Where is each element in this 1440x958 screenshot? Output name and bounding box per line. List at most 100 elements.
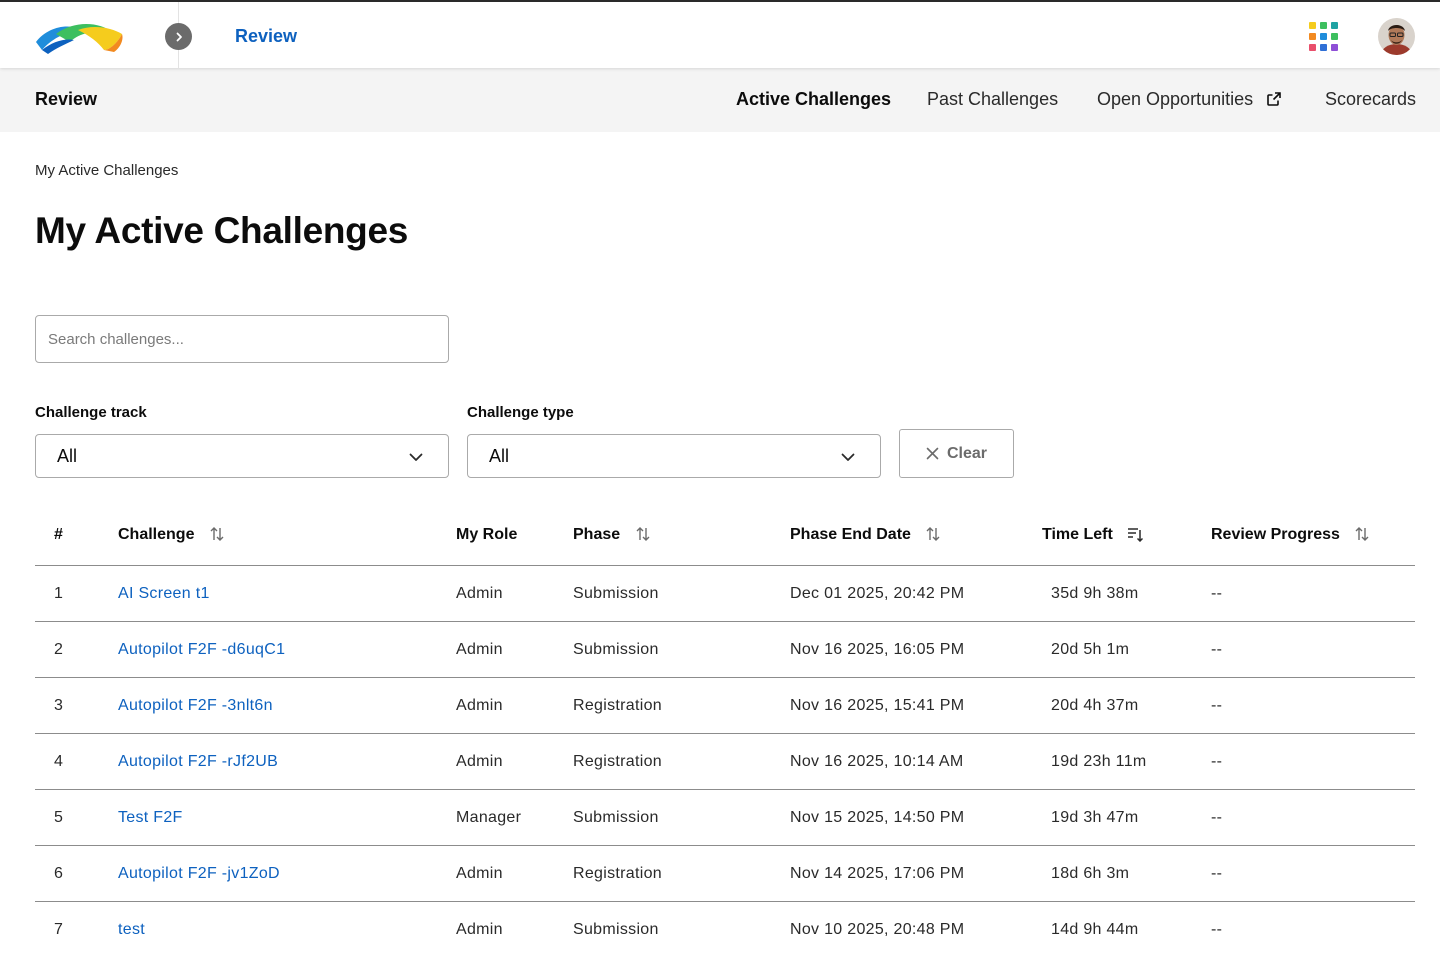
topcoder-logo[interactable] bbox=[34, 20, 124, 54]
phase-end-date-cell: Nov 14 2025, 17:06 PM bbox=[790, 865, 965, 882]
nav-label: Open Opportunities bbox=[1097, 89, 1254, 109]
clear-label: Clear bbox=[946, 444, 988, 462]
challenge-type-select[interactable]: All bbox=[467, 434, 881, 478]
time-left-cell: 20d 5h 1m bbox=[1051, 641, 1130, 658]
phase-cell: Registration bbox=[573, 865, 662, 882]
role-cell: Manager bbox=[456, 809, 522, 826]
column-header-phase[interactable]: Phase bbox=[573, 526, 651, 544]
column-header-number: # bbox=[54, 526, 63, 543]
sort-icon[interactable] bbox=[925, 526, 941, 542]
challenge-track-value: All bbox=[57, 446, 78, 466]
challenge-link[interactable]: Autopilot F2F -3nlt6n bbox=[118, 697, 273, 715]
phase-end-date-cell: Nov 16 2025, 10:14 AM bbox=[790, 753, 964, 770]
sort-descending-icon[interactable] bbox=[1127, 526, 1144, 542]
row-number: 6 bbox=[54, 865, 64, 882]
challenge-link[interactable]: Autopilot F2F -jv1ZoD bbox=[118, 865, 280, 883]
review-progress-cell: -- bbox=[1211, 585, 1223, 602]
sort-icon[interactable] bbox=[209, 526, 225, 542]
phase-cell: Submission bbox=[573, 921, 659, 938]
column-header-time-left[interactable]: Time Left bbox=[1042, 526, 1144, 544]
collapse-button[interactable] bbox=[165, 23, 192, 50]
role-cell: Admin bbox=[456, 697, 503, 714]
phase-end-date-cell: Nov 15 2025, 14:50 PM bbox=[790, 809, 965, 826]
phase-cell: Submission bbox=[573, 585, 659, 602]
table-row: 5 Test F2F Manager Submission Nov 15 202… bbox=[35, 790, 1415, 846]
search-input[interactable] bbox=[35, 315, 449, 363]
column-header-review-progress[interactable]: Review Progress bbox=[1211, 526, 1370, 544]
phase-end-date-cell: Dec 01 2025, 20:42 PM bbox=[790, 585, 965, 602]
row-number: 7 bbox=[54, 921, 64, 938]
role-cell: Admin bbox=[456, 641, 503, 658]
chevron-right-icon bbox=[176, 32, 182, 41]
challenge-link[interactable]: Test F2F bbox=[118, 809, 183, 827]
phase-cell: Registration bbox=[573, 697, 662, 714]
time-left-cell: 19d 3h 47m bbox=[1051, 809, 1139, 826]
time-left-cell: 35d 9h 38m bbox=[1051, 585, 1139, 602]
phase-cell: Registration bbox=[573, 753, 662, 770]
role-cell: Admin bbox=[456, 585, 503, 602]
phase-end-date-cell: Nov 16 2025, 15:41 PM bbox=[790, 697, 965, 714]
table-row: 2 Autopilot F2F -d6uqC1 Admin Submission… bbox=[35, 622, 1415, 678]
close-icon bbox=[926, 447, 939, 460]
review-progress-cell: -- bbox=[1211, 865, 1223, 882]
time-left-cell: 20d 4h 37m bbox=[1051, 697, 1139, 714]
page-title: My Active Challenges bbox=[35, 210, 409, 251]
phase-cell: Submission bbox=[573, 809, 659, 826]
row-number: 5 bbox=[54, 809, 64, 826]
time-left-cell: 18d 6h 3m bbox=[1051, 865, 1130, 882]
review-progress-cell: -- bbox=[1211, 921, 1223, 938]
challenge-type-value: All bbox=[489, 446, 510, 466]
time-left-cell: 19d 23h 11m bbox=[1051, 753, 1147, 770]
table-header: # Challenge My Role Phase Phase End Date bbox=[35, 506, 1415, 566]
nav-label: Active Challenges bbox=[736, 89, 892, 109]
review-progress-cell: -- bbox=[1211, 697, 1223, 714]
row-number: 2 bbox=[54, 641, 64, 658]
clear-filters-button[interactable]: Clear bbox=[899, 429, 1014, 478]
chevron-down-icon bbox=[409, 453, 423, 461]
external-link-icon bbox=[1267, 92, 1281, 106]
challenge-link[interactable]: AI Screen t1 bbox=[118, 585, 210, 603]
challenge-track-select[interactable]: All bbox=[35, 434, 449, 478]
column-header-challenge[interactable]: Challenge bbox=[118, 526, 225, 544]
phase-end-date-cell: Nov 16 2025, 16:05 PM bbox=[790, 641, 965, 658]
breadcrumb[interactable]: My Active Challenges bbox=[35, 162, 178, 179]
nav-past-challenges[interactable]: Past Challenges bbox=[927, 89, 1058, 110]
phase-cell: Submission bbox=[573, 641, 659, 658]
apps-grid-icon[interactable] bbox=[1309, 22, 1339, 52]
sort-icon[interactable] bbox=[635, 526, 651, 542]
nav-open-opportunities[interactable]: Open Opportunities bbox=[1097, 89, 1282, 110]
subnav-title: Review bbox=[35, 89, 98, 109]
nav-label: Past Challenges bbox=[927, 89, 1059, 109]
role-cell: Admin bbox=[456, 865, 503, 882]
role-cell: Admin bbox=[456, 753, 503, 770]
challenge-type-label: Challenge type bbox=[467, 404, 574, 421]
column-header-phase-end-date[interactable]: Phase End Date bbox=[790, 526, 941, 544]
time-left-cell: 14d 9h 44m bbox=[1051, 921, 1139, 938]
app-name[interactable]: Review bbox=[235, 26, 297, 47]
challenge-track-label: Challenge track bbox=[35, 404, 147, 421]
chevron-down-icon bbox=[841, 453, 855, 461]
challenge-link[interactable]: Autopilot F2F -rJf2UB bbox=[118, 753, 278, 771]
sort-icon[interactable] bbox=[1354, 526, 1370, 542]
row-number: 3 bbox=[54, 697, 64, 714]
review-progress-cell: -- bbox=[1211, 809, 1223, 826]
review-progress-cell: -- bbox=[1211, 641, 1223, 658]
table-row: 4 Autopilot F2F -rJf2UB Admin Registrati… bbox=[35, 734, 1415, 790]
top-header: Review bbox=[0, 0, 1440, 68]
table-row: 1 AI Screen t1 Admin Submission Dec 01 2… bbox=[35, 566, 1415, 622]
challenge-link[interactable]: Autopilot F2F -d6uqC1 bbox=[118, 641, 285, 659]
review-progress-cell: -- bbox=[1211, 753, 1223, 770]
column-header-role: My Role bbox=[456, 526, 518, 543]
role-cell: Admin bbox=[456, 921, 503, 938]
table-row: 7 test Admin Submission Nov 10 2025, 20:… bbox=[35, 902, 1415, 958]
user-avatar[interactable] bbox=[1378, 18, 1415, 55]
row-number: 1 bbox=[54, 585, 64, 602]
row-number: 4 bbox=[54, 753, 64, 770]
nav-active-challenges[interactable]: Active Challenges bbox=[736, 89, 891, 110]
challenge-link[interactable]: test bbox=[118, 921, 145, 939]
nav-scorecards[interactable]: Scorecards bbox=[1325, 89, 1416, 110]
table-row: 6 Autopilot F2F -jv1ZoD Admin Registrati… bbox=[35, 846, 1415, 902]
table-row: 3 Autopilot F2F -3nlt6n Admin Registrati… bbox=[35, 678, 1415, 734]
sub-navigation: Review Active Challenges Past Challenges… bbox=[0, 68, 1440, 132]
challenges-table: # Challenge My Role Phase Phase End Date bbox=[35, 506, 1415, 958]
